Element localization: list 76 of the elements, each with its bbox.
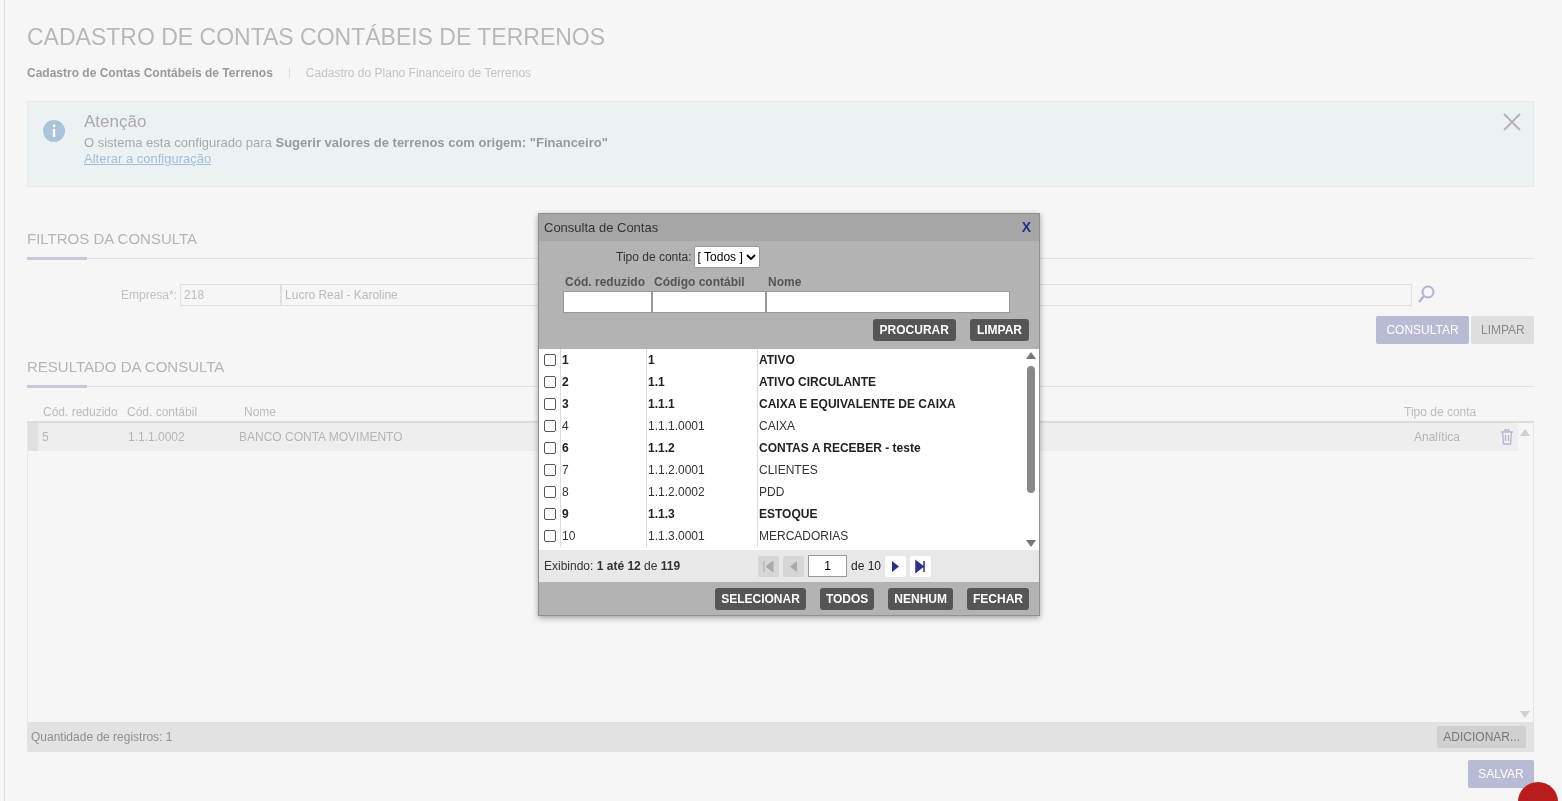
table-cell-text: 1.1.2.0001 [648,462,705,479]
add-button[interactable]: ADICIONAR... [1437,726,1526,748]
scroll-up-icon[interactable] [1026,352,1036,359]
tab[interactable]: Cadastro de Contas Contábeis de Terrenos [27,64,273,82]
clear-button[interactable]: LIMPAR [1471,316,1534,344]
dropdown-caret-icon [745,253,756,261]
checkbox[interactable] [543,464,556,476]
checkbox[interactable] [543,486,556,498]
table-cell: BANCO CONTA MOVIMENTO [239,430,403,444]
input-field[interactable] [563,291,652,313]
checkbox[interactable] [543,376,556,388]
checkbox[interactable] [543,398,556,410]
search-button[interactable]: PROCURAR [872,319,956,341]
table-cell-text: 1.1.3.0001 [648,528,705,545]
table-cell-text: ATIVO [759,352,795,369]
scrollbar-thumb[interactable] [1027,366,1035,493]
alert-message: O sistema esta configurado para Sugerir valores de terrenos com origem: "Financeiro" [84,135,608,151]
section-heading: RESULTADO DA CONSULTA [27,358,225,375]
paging-summary: Exibindo: 1 até 12 de 119 [544,558,682,575]
table-cell: 5 [42,430,49,444]
none-button[interactable]: NENHUM [888,588,953,610]
table-cell-text: CAIXA E EQUIVALENTE DE CAIXA [759,396,956,413]
input-field[interactable] [766,291,1010,313]
column-header: Cód. contábil [127,405,198,419]
page-title: CADASTRO DE CONTAS CONTÁBEIS DE TERRENOS [27,23,606,52]
table-cell-text: 1.1.2 [648,440,675,457]
dialog-title: Consulta de Contas [544,218,659,237]
clear-button[interactable]: LIMPAR [969,319,1029,341]
alert-title: Atenção [84,112,148,132]
table-cell-text: 1.1 [648,374,665,391]
column-header: Nome [244,405,276,419]
table-cell-text: 7 [562,462,569,479]
scroll-down-icon[interactable] [1026,540,1036,547]
table-cell-text: ESTOQUE [759,506,818,523]
record-count: Quantidade de registros: 1 [31,729,173,746]
table-cell-text: 10 [562,528,576,545]
table-cell-text: ATIVO CIRCULANTE [759,374,877,391]
table-cell-text: 1 [562,352,569,369]
input-field[interactable] [652,291,766,313]
table-cell-text: 1.1.2.0002 [648,484,705,501]
table-cell-text: 1.1.3 [648,506,675,523]
last-page-icon[interactable] [910,555,932,577]
table-cell-text: 8 [562,484,569,501]
close-button[interactable]: FECHAR [967,588,1029,610]
column-header: Tipo de conta [1404,405,1477,419]
table-cell-text: 3 [562,396,569,413]
page-field[interactable]: 1 [808,555,847,577]
checkbox[interactable] [543,354,556,366]
table-cell-text: CLIENTES [759,462,818,479]
table-cell-text: CAIXA [759,418,795,435]
table-cell-text: 2 [562,374,569,391]
table-cell-text: 9 [562,506,569,523]
table-cell-text: MERCADORIAS [759,528,849,545]
info-icon [42,119,66,143]
table-cell-text: 1.1.1 [648,396,675,413]
checkbox[interactable] [543,420,556,432]
select-button[interactable]: SELECIONAR [715,588,806,610]
column-header: Cód. reduzido [43,405,118,419]
checkbox[interactable] [543,442,556,454]
table-cell-text: 6 [562,440,569,457]
checkbox[interactable] [543,508,556,520]
table-cell-text: CONTAS A RECEBER - teste [759,440,921,457]
table-cell: Analítica [1414,430,1461,444]
checkbox[interactable] [543,530,556,542]
table-cell: 1.1.1.0002 [128,430,185,444]
table-cell-text: 1.1.1.0001 [648,418,705,435]
account-type-select[interactable]: [ Todos ] [693,246,760,268]
page-count: de 10 [851,558,882,575]
account-type-label: Tipo de conta: [616,249,692,266]
section-heading: FILTROS DA CONSULTA [27,230,198,247]
all-button[interactable]: TODOS [819,588,875,610]
table-cell-text: PDD [759,484,785,501]
table-cell-text: 1 [648,352,655,369]
next-page-icon[interactable] [885,555,907,577]
close-button[interactable]: X [1021,217,1031,238]
table-cell-text: 4 [562,418,569,435]
